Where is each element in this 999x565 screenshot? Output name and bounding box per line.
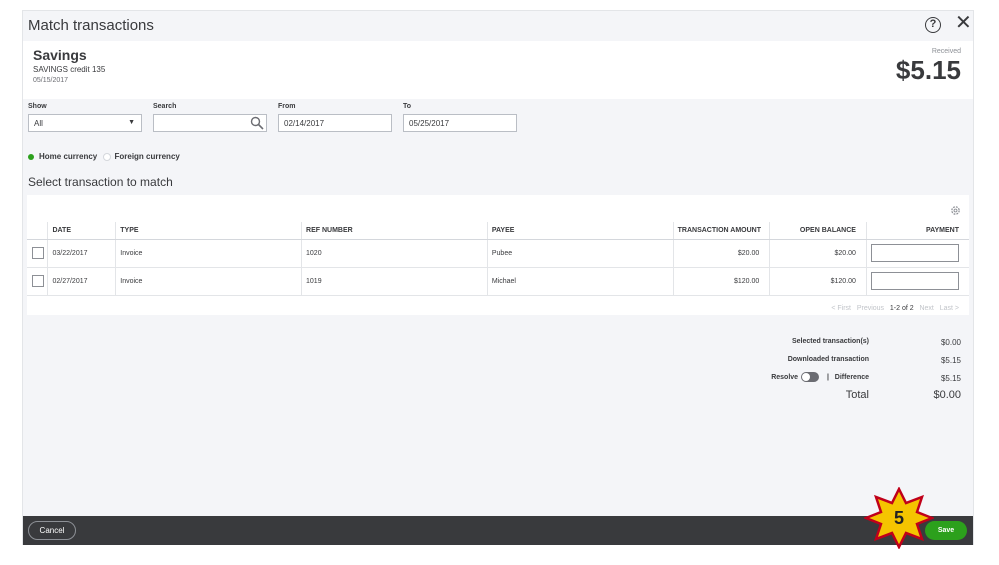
- search-label: Search: [153, 103, 177, 110]
- pager-range: 1-2 of 2: [889, 305, 914, 312]
- received-label: Received: [931, 48, 961, 55]
- pager-next[interactable]: Next: [919, 305, 933, 312]
- row-ref: 1019: [301, 267, 488, 296]
- row-payee: Michael: [486, 267, 674, 296]
- foreign-currency-label[interactable]: Foreign currency: [114, 152, 179, 161]
- dialog-title: Match transactions: [28, 17, 154, 34]
- footer-bar: Cancel Save: [23, 516, 973, 545]
- row-date: 02/27/2017: [47, 267, 116, 296]
- to-date-value: 05/25/2017: [409, 119, 450, 128]
- step-number: 5: [893, 508, 904, 528]
- to-date-input[interactable]: 05/25/2017: [403, 114, 517, 132]
- total-value: $0.00: [933, 389, 961, 401]
- search-icon[interactable]: [250, 116, 264, 130]
- resolve-toggle[interactable]: [801, 372, 820, 382]
- pagination: < First Previous 1-2 of 2 Next Last >: [831, 305, 959, 312]
- foreign-currency-radio[interactable]: [103, 152, 112, 161]
- home-currency-label[interactable]: Home currency: [39, 152, 97, 161]
- row-type: Invoice: [115, 267, 302, 296]
- row-balance: $20.00: [769, 239, 867, 268]
- cancel-button[interactable]: Cancel: [28, 521, 76, 540]
- pager-previous[interactable]: Previous: [857, 305, 884, 312]
- currency-radio-group: Home currency Foreign currency: [28, 152, 180, 161]
- downloaded-transaction-value: $5.15: [940, 356, 961, 365]
- filter-bar: Show All ▼ Search From 02/14/2017 To 05/…: [23, 103, 973, 143]
- show-label: Show: [28, 103, 47, 110]
- pager-first[interactable]: < First: [831, 305, 851, 312]
- gear-icon[interactable]: [950, 205, 961, 216]
- account-header: Savings SAVINGS credit 135 05/15/2017 Re…: [23, 41, 973, 99]
- chevron-down-icon: ▼: [128, 119, 135, 126]
- home-currency-radio[interactable]: [28, 153, 34, 160]
- row-amount: $20.00: [672, 239, 770, 268]
- table-header-row: DATE TYPE REF NUMBER PAYEE TRANSACTION A…: [27, 222, 969, 240]
- show-value: All: [34, 119, 43, 128]
- downloaded-transaction-label: Downloaded transaction: [787, 356, 869, 363]
- row-balance: $120.00: [769, 267, 867, 296]
- row-amount: $120.00: [672, 267, 770, 296]
- close-icon[interactable]: ✕: [955, 13, 972, 33]
- show-select[interactable]: All ▼: [28, 114, 142, 132]
- to-label: To: [403, 103, 412, 110]
- row-checkbox[interactable]: [32, 247, 44, 259]
- payment-input[interactable]: [871, 272, 959, 290]
- account-date: 05/15/2017: [33, 77, 69, 84]
- match-summary: Selected transaction(s) $0.00 Downloaded…: [623, 335, 965, 407]
- from-date-value: 02/14/2017: [284, 119, 325, 128]
- row-type: Invoice: [115, 239, 302, 268]
- total-label: Total: [845, 389, 869, 401]
- column-header-balance[interactable]: OPEN BALANCE: [769, 222, 867, 240]
- account-name: Savings: [33, 47, 87, 63]
- difference-label: Difference: [834, 373, 869, 381]
- help-icon[interactable]: ?: [925, 17, 941, 33]
- column-header-type[interactable]: TYPE: [115, 222, 302, 240]
- title-bar: Match transactions ? ✕: [23, 11, 973, 41]
- column-header-payment: PAYMENT: [865, 222, 969, 240]
- row-ref: 1020: [301, 239, 488, 268]
- transactions-panel: DATE TYPE REF NUMBER PAYEE TRANSACTION A…: [27, 195, 969, 315]
- row-payee: Pubee: [486, 239, 674, 268]
- resolve-group: Resolve | Difference: [771, 372, 869, 382]
- select-column-header: [27, 222, 48, 240]
- selected-transactions-value: $0.00: [940, 338, 961, 347]
- selected-transactions-label: Selected transaction(s): [791, 338, 869, 345]
- column-header-payee[interactable]: PAYEE: [486, 222, 674, 240]
- pager-last[interactable]: Last >: [940, 305, 959, 312]
- table-row[interactable]: 03/22/2017 Invoice 1020 Pubee $20.00 $20…: [27, 239, 969, 268]
- row-checkbox[interactable]: [32, 275, 44, 287]
- row-date: 03/22/2017: [47, 239, 116, 268]
- table-row[interactable]: 02/27/2017 Invoice 1019 Michael $120.00 …: [27, 267, 969, 296]
- match-transactions-dialog: Match transactions ? ✕ Savings SAVINGS c…: [22, 10, 974, 545]
- column-header-amount[interactable]: TRANSACTION AMOUNT: [672, 222, 770, 240]
- from-label: From: [278, 103, 296, 110]
- section-title: Select transaction to match: [28, 175, 173, 189]
- step-callout-badge: 5: [862, 486, 936, 550]
- search-input[interactable]: [153, 114, 267, 132]
- account-description: SAVINGS credit 135: [33, 65, 106, 74]
- received-amount: $5.15: [895, 55, 961, 85]
- column-header-ref[interactable]: REF NUMBER: [301, 222, 488, 240]
- separator: |: [826, 373, 829, 381]
- transactions-table: DATE TYPE REF NUMBER PAYEE TRANSACTION A…: [27, 222, 969, 296]
- column-header-date[interactable]: DATE: [47, 222, 116, 240]
- from-date-input[interactable]: 02/14/2017: [278, 114, 392, 132]
- payment-input[interactable]: [871, 244, 959, 262]
- difference-value: $5.15: [940, 374, 961, 383]
- resolve-label: Resolve: [771, 373, 799, 381]
